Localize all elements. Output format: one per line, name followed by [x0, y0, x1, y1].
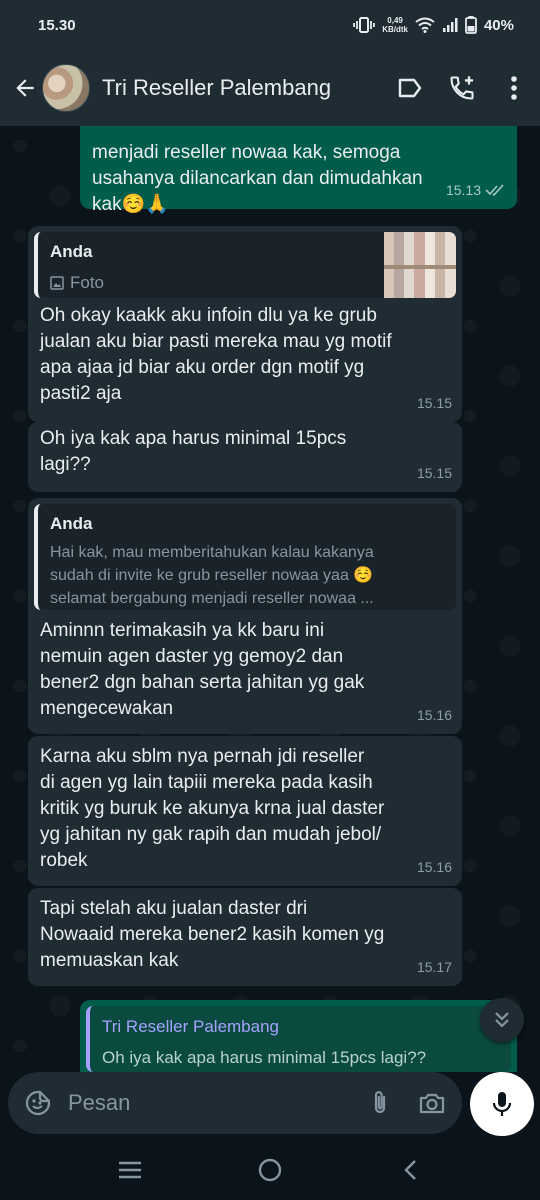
emoji-button[interactable]: [10, 1075, 66, 1131]
chat-header: Tri Reseller Palembang: [0, 50, 540, 126]
net-speed-value: 0,49: [387, 16, 403, 25]
camera-icon: [419, 1093, 445, 1114]
message-bubble-incoming[interactable]: Oh iya kak apa harus minimal 15pcs lagi?…: [28, 422, 462, 492]
message-input-container[interactable]: Pesan: [8, 1072, 462, 1134]
message-time: 15.16: [416, 859, 452, 875]
message-time: 15.16: [416, 707, 452, 723]
message-text: Karna aku sblm nya pernah jdi reseller d…: [40, 746, 385, 871]
quoted-message[interactable]: Anda Hai kak, mau memberitahukan kalau k…: [34, 504, 456, 610]
quote-author: Tri Reseller Palembang: [102, 1017, 279, 1036]
recent-apps-button[interactable]: [100, 1145, 160, 1195]
quoted-message[interactable]: Anda Foto: [34, 232, 456, 298]
label-button[interactable]: [384, 62, 436, 114]
status-bar: 15.30 0,49 KB/dtk 40%: [0, 0, 540, 50]
voice-record-button[interactable]: [470, 1072, 534, 1136]
status-icons: 0,49 KB/dtk 40%: [353, 16, 514, 34]
message-bubble-incoming[interactable]: Anda Foto Oh okay kaakk aku infoin dlu y…: [28, 226, 462, 422]
microphone-icon: [492, 1092, 512, 1116]
contact-name[interactable]: Tri Reseller Palembang: [102, 75, 384, 101]
message-time: 15.13: [445, 182, 481, 198]
message-bubble-incoming[interactable]: Anda Hai kak, mau memberitahukan kalau k…: [28, 498, 462, 734]
double-check-icon: [485, 184, 504, 197]
message-time: 15.15: [416, 395, 452, 411]
message-text: Oh okay kaakk aku infoin dlu ya ke grub …: [40, 305, 392, 404]
menu-lines-icon: [119, 1161, 141, 1179]
quote-author: Anda: [50, 514, 93, 533]
message-text: Oh iya kak apa harus minimal 15pcs lagi?…: [40, 428, 347, 475]
vibrate-icon: [353, 17, 376, 33]
battery-icon: [465, 16, 477, 34]
camera-button[interactable]: [406, 1077, 458, 1129]
more-vert-icon: [511, 76, 517, 100]
home-circle-icon: [258, 1158, 282, 1182]
message-bubble-incoming[interactable]: Tapi stelah aku jualan daster dri Nowaai…: [28, 888, 462, 986]
signal-icon: [442, 17, 458, 33]
message-text: Aminnn terimakasih ya kk baru ini nemuin…: [40, 620, 365, 719]
quote-sub-label: Foto: [70, 273, 105, 292]
message-bubble-outgoing[interactable]: menjadi reseller nowaa kak, semoga usaha…: [80, 126, 517, 215]
scroll-to-bottom-button[interactable]: [480, 998, 524, 1042]
back-arrow-icon: [16, 79, 34, 97]
paperclip-icon: [374, 1091, 386, 1114]
label-icon: [398, 78, 422, 98]
photo-icon: [50, 276, 64, 290]
quoted-message[interactable]: Tri Reseller Palembang Oh iya kak apa ha…: [86, 1006, 511, 1072]
contact-avatar[interactable]: [42, 64, 90, 112]
back-nav-button[interactable]: [380, 1145, 440, 1195]
add-call-button[interactable]: [436, 62, 488, 114]
quote-photo-thumbnail: [384, 232, 456, 298]
quote-text: Oh iya kak apa harus minimal 15pcs lagi?…: [102, 1048, 427, 1067]
sticker-emoji-icon: [25, 1090, 51, 1116]
message-time: 15.15: [416, 465, 452, 481]
status-time: 15.30: [38, 16, 76, 34]
net-speed: 0,49 KB/dtk: [382, 16, 408, 34]
net-speed-unit: KB/dtk: [382, 25, 408, 34]
quote-text: Hai kak, mau memberitahukan kalau kakany…: [50, 544, 374, 607]
double-chevron-down-icon: [495, 1012, 509, 1028]
wifi-icon: [415, 17, 435, 33]
message-bubble-incoming[interactable]: Karna aku sblm nya pernah jdi reseller d…: [28, 736, 462, 886]
battery-percent: 40%: [483, 16, 514, 34]
composer-bar: Pesan: [0, 1072, 540, 1136]
message-text: Tapi stelah aku jualan daster dri Nowaai…: [40, 898, 385, 971]
message-time: 15.17: [416, 959, 452, 975]
back-chevron-icon: [404, 1160, 416, 1180]
home-button[interactable]: [240, 1145, 300, 1195]
back-button[interactable]: [4, 67, 46, 109]
more-options-button[interactable]: [488, 62, 540, 114]
add-call-icon: [450, 76, 474, 100]
message-bubble-outgoing[interactable]: Tri Reseller Palembang Oh iya kak apa ha…: [80, 1000, 517, 1072]
message-time-group: 15.13: [446, 177, 507, 203]
message-input[interactable]: Pesan: [68, 1090, 354, 1116]
message-partial-line: menjadi reseller nowaa kak, semoga: [80, 126, 517, 166]
chat-area[interactable]: menjadi reseller nowaa kak, semoga usaha…: [0, 126, 540, 1072]
message-partial-text: menjadi reseller nowaa kak, semoga: [92, 142, 401, 163]
attach-button[interactable]: [354, 1077, 406, 1129]
system-nav-bar: [0, 1140, 540, 1200]
